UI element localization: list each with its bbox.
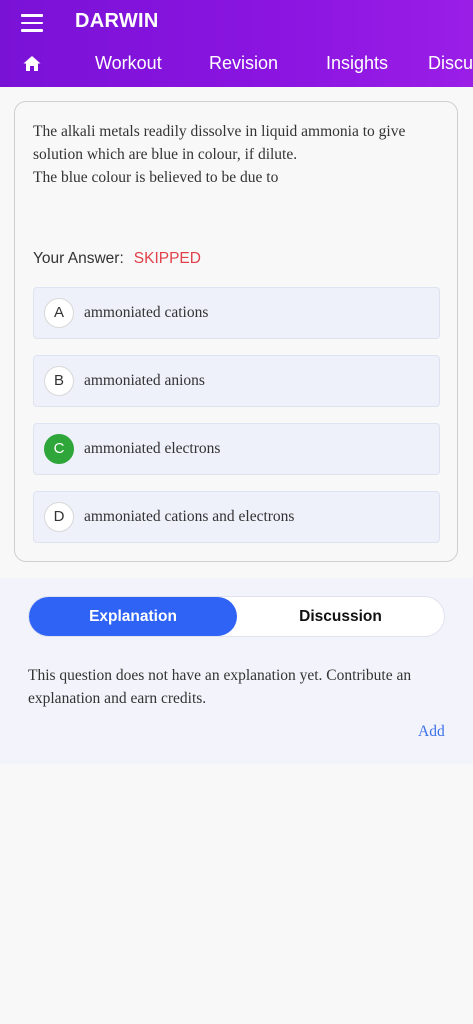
option-text: ammoniated electrons (84, 440, 221, 457)
your-answer-row: Your Answer: SKIPPED (33, 250, 201, 268)
option-text: ammoniated anions (84, 372, 205, 389)
option-letter-badge: B (44, 366, 74, 396)
tab-workout[interactable]: Workout (95, 53, 162, 74)
question-line-1: The alkali metals readily dissolve in li… (33, 123, 406, 163)
tab-discussion-bottom[interactable]: Discussion (237, 597, 444, 636)
explanation-text: This question does not have an explanati… (28, 667, 412, 707)
option-text: ammoniated cations (84, 304, 209, 321)
tab-explanation[interactable]: Explanation (29, 597, 237, 636)
your-answer-status: SKIPPED (133, 250, 201, 267)
option-letter-badge-correct: C (44, 434, 74, 464)
option-letter-badge: D (44, 502, 74, 532)
tab-revision[interactable]: Revision (209, 53, 278, 74)
question-text: The alkali metals readily dissolve in li… (33, 120, 443, 189)
explanation-discussion-toggle: Explanation Discussion (28, 596, 445, 637)
your-answer-label: Your Answer: (33, 250, 124, 267)
tab-insights[interactable]: Insights (326, 53, 388, 74)
option-a[interactable]: A ammoniated cations (33, 287, 440, 339)
option-text: ammoniated cations and electrons (84, 508, 295, 525)
explanation-section: Explanation Discussion This question doe… (0, 578, 473, 764)
option-letter-badge: A (44, 298, 74, 328)
option-b[interactable]: B ammoniated anions (33, 355, 440, 407)
option-d[interactable]: D ammoniated cations and electrons (33, 491, 440, 543)
add-explanation-link[interactable]: Add (418, 723, 445, 741)
tab-discussion[interactable]: Discu (428, 53, 473, 74)
home-icon[interactable] (22, 54, 42, 74)
question-line-2: The blue colour is believed to be due to (33, 169, 279, 186)
top-nav: Workout Revision Insights Discu (0, 46, 473, 84)
app-title: DARWIN (75, 10, 159, 32)
question-card: The alkali metals readily dissolve in li… (14, 101, 458, 562)
hamburger-menu-icon[interactable] (21, 14, 43, 32)
app-bar: DARWIN Workout Revision Insights Discu (0, 0, 473, 87)
option-c[interactable]: C ammoniated electrons (33, 423, 440, 475)
